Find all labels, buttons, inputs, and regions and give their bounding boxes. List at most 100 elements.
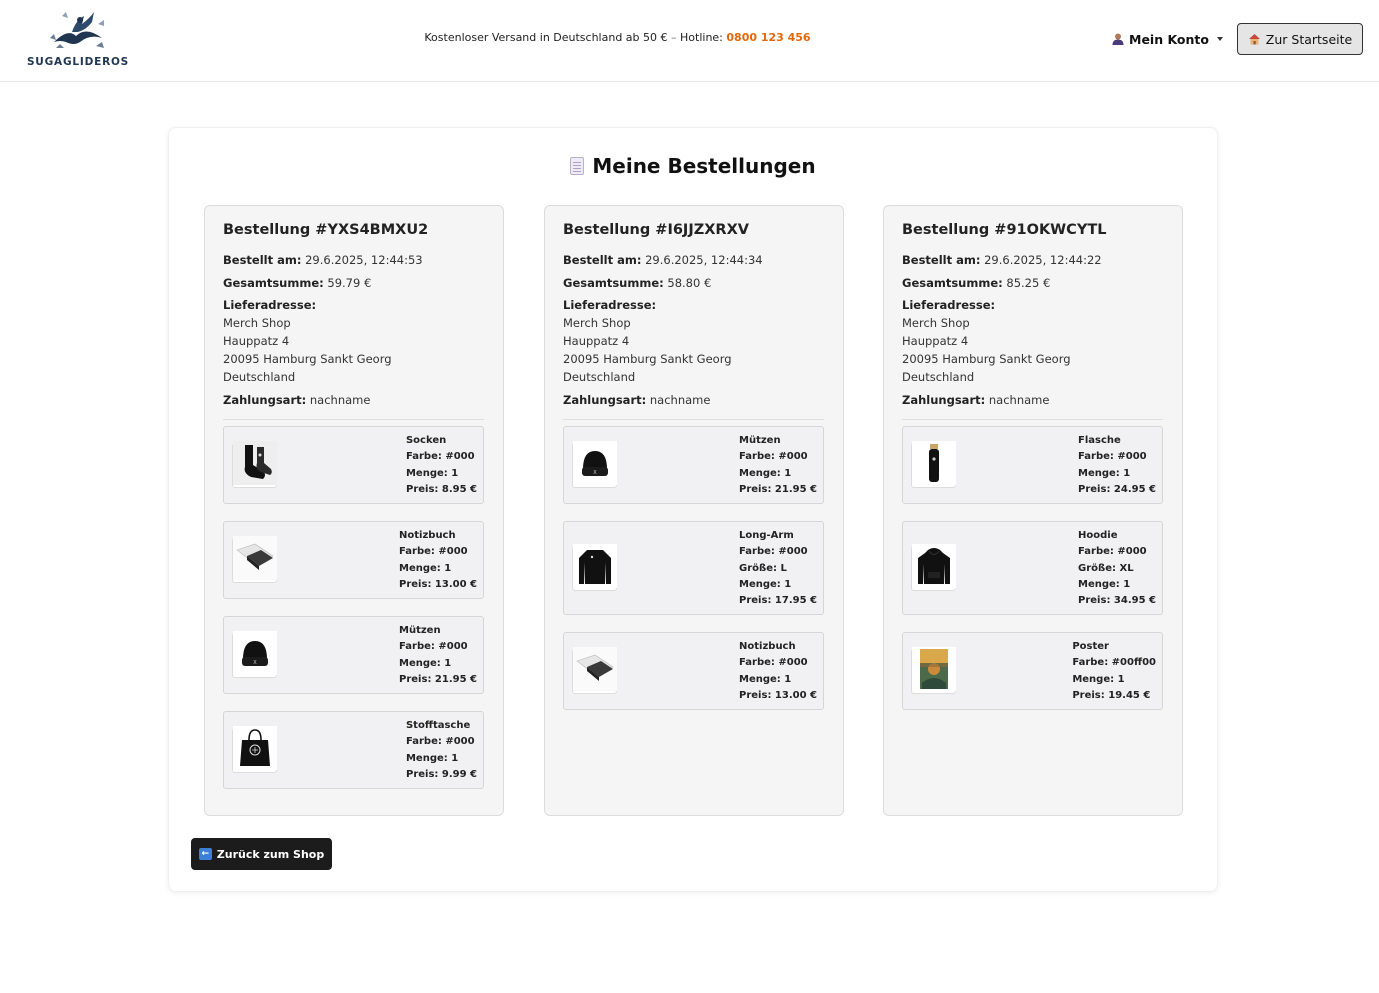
longsleeve-icon: [572, 544, 617, 592]
item-thumbnail[interactable]: [572, 544, 617, 592]
hotline-number[interactable]: 0800 123 456: [726, 31, 810, 44]
address-line: Hauppatz 4: [563, 334, 630, 348]
order-total: Gesamtsumme: 58.80 €: [563, 276, 711, 290]
item-color: Farbe: #000: [739, 657, 808, 669]
page-title: Meine Bestellungen: [169, 154, 1217, 178]
orders-card: Meine Bestellungen Bestellung #YXS4BMXU2…: [168, 127, 1218, 892]
address-line: Merch Shop: [223, 316, 291, 330]
order-item[interactable]: Notizbuch Farbe: #000 Menge: 1 Preis: 13.00…: [223, 521, 484, 599]
item-thumbnail[interactable]: [911, 647, 956, 695]
item-color: Farbe: #000: [1078, 451, 1147, 463]
item-color: Farbe: #000: [1078, 546, 1147, 558]
order-item[interactable]: X Mützen Farbe: #000 Menge: 1 Preis: 21.95 €: [563, 426, 824, 504]
item-thumbnail[interactable]: [232, 441, 277, 489]
address-line: 20095 Hamburg Sankt Georg: [223, 352, 392, 366]
order-item[interactable]: Long-Arm Farbe: #000 Größe: L Menge: 1 Preis…: [563, 521, 824, 615]
item-price: Preis: 13.00 €: [739, 689, 817, 701]
item-quantity: Menge: 1: [399, 657, 452, 669]
tote-bag-icon: [232, 726, 277, 774]
item-details: Mützen Farbe: #000 Menge: 1 Preis: 21.95 €: [399, 623, 477, 688]
item-details: Notizbuch Farbe: #000 Menge: 1 Preis: 13.00…: [399, 528, 477, 593]
order-date-value: 29.6.2025, 12:44:22: [980, 253, 1102, 267]
payment-method: Zahlungsart: nachname: [223, 393, 370, 407]
order-total-label: Gesamtsumme:: [563, 276, 664, 290]
order-item[interactable]: Poster Farbe: #00ff00 Menge: 1 Preis: 19.45…: [902, 632, 1163, 710]
beanie-icon: X: [232, 631, 277, 679]
item-name: Notizbuch: [739, 641, 796, 652]
order-title: Bestellung #91OKWCYTL: [902, 222, 1107, 238]
item-quantity: Menge: 1: [1078, 578, 1131, 590]
order-total-value: 85.25 €: [1002, 276, 1051, 290]
arrow-left-icon: ←: [198, 848, 212, 860]
payment-method-label: Zahlungsart:: [223, 393, 307, 407]
order-card: Bestellung #YXS4BMXU2 Bestellt am: 29.6.2…: [204, 205, 504, 816]
order-total-value: 59.79 €: [323, 276, 372, 290]
order-date-label: Bestellt am:: [223, 253, 302, 267]
account-label: Mein Konto: [1129, 31, 1209, 47]
item-thumbnail[interactable]: [232, 726, 277, 774]
item-price: Preis: 9.99 €: [405, 768, 477, 780]
order-total: Gesamtsumme: 59.79 €: [223, 276, 371, 290]
beanie-icon: X: [572, 441, 617, 489]
socks-icon: [232, 441, 277, 489]
item-quantity: Menge: 1: [405, 467, 459, 479]
address-label: Lieferadresse:: [223, 298, 316, 312]
order-item[interactable]: Hoodie Farbe: #000 Größe: XL Menge: 1 Preis:…: [902, 521, 1163, 615]
item-name: Socken: [405, 435, 447, 446]
item-quantity: Menge: 1: [405, 752, 459, 764]
page-title-text: Meine Bestellungen: [592, 154, 816, 178]
item-thumbnail[interactable]: X: [232, 631, 277, 679]
order-card: Bestellung #91OKWCYTL Bestellt am: 29.6.2…: [883, 205, 1183, 816]
hotline-label: Hotline:: [680, 31, 723, 44]
user-icon: [1112, 33, 1124, 45]
item-quantity: Menge: 1: [1078, 467, 1131, 479]
address-line: Deutschland: [902, 370, 975, 384]
order-item[interactable]: Flasche Farbe: #000 Menge: 1 Preis: 24.95 €: [902, 426, 1163, 504]
item-name: Long-Arm: [739, 530, 794, 541]
item-name: Poster: [1072, 641, 1109, 652]
separator: –: [671, 31, 677, 44]
back-to-shop-button[interactable]: ← Zurück zum Shop: [191, 838, 332, 870]
svg-text:X: X: [593, 470, 597, 476]
order-item[interactable]: Stofftasche Farbe: #000 Menge: 1 Preis: 9.9…: [223, 711, 484, 789]
order-total-label: Gesamtsumme:: [902, 276, 1003, 290]
item-details: Flasche Farbe: #000 Menge: 1 Preis: 24.95 €: [1078, 433, 1156, 498]
item-size: Größe: XL: [1078, 562, 1134, 574]
address-line: Hauppatz 4: [223, 334, 290, 348]
order-item[interactable]: Notizbuch Farbe: #000 Menge: 1 Preis: 13.00…: [563, 632, 824, 710]
shipping-info-bar: Kostenloser Versand in Deutschland ab 50…: [380, 31, 855, 44]
item-thumbnail[interactable]: [911, 441, 956, 489]
item-thumbnail[interactable]: [232, 536, 277, 584]
item-color: Farbe: #000: [399, 641, 468, 653]
order-title: Bestellung #I6JJZXRXV: [563, 222, 749, 238]
item-details: Socken Farbe: #000 Menge: 1 Preis: 8.95 €: [406, 433, 477, 498]
home-button[interactable]: Zur Startseite: [1237, 23, 1363, 55]
payment-method-value: nachname: [646, 393, 711, 407]
item-quantity: Menge: 1: [739, 673, 792, 685]
item-thumbnail[interactable]: [911, 544, 956, 592]
address-line: Hauppatz 4: [902, 334, 969, 348]
svg-text:X: X: [253, 660, 257, 666]
item-color: Farbe: #000: [739, 546, 808, 558]
item-name: Mützen: [739, 435, 781, 446]
bottle-icon: [911, 441, 956, 489]
item-thumbnail[interactable]: [572, 647, 617, 694]
item-quantity: Menge: 1: [739, 578, 792, 590]
hoodie-icon: [911, 544, 956, 592]
item-name: Mützen: [399, 625, 441, 636]
account-dropdown[interactable]: Mein Konto: [1112, 30, 1223, 48]
item-details: Notizbuch Farbe: #000 Menge: 1 Preis: 13.00…: [739, 639, 817, 704]
order-date: Bestellt am: 29.6.2025, 12:44:22: [902, 253, 1102, 267]
item-details: Long-Arm Farbe: #000 Größe: L Menge: 1 Preis…: [739, 528, 817, 609]
item-price: Preis: 21.95 €: [739, 483, 817, 495]
order-title: Bestellung #YXS4BMXU2: [223, 222, 429, 238]
item-quantity: Menge: 1: [1072, 673, 1125, 685]
address-line: 20095 Hamburg Sankt Georg: [563, 352, 732, 366]
item-thumbnail[interactable]: X: [572, 441, 617, 489]
brand-logo[interactable]: SUGAGLIDEROS: [22, 8, 134, 70]
order-item[interactable]: Socken Farbe: #000 Menge: 1 Preis: 8.95 €: [223, 426, 484, 504]
order-total: Gesamtsumme: 85.25 €: [902, 276, 1050, 290]
notebook-icon: [232, 536, 277, 584]
poster-icon: [911, 647, 956, 695]
order-item[interactable]: X Mützen Farbe: #000 Menge: 1 Preis: 21.95 €: [223, 616, 484, 694]
